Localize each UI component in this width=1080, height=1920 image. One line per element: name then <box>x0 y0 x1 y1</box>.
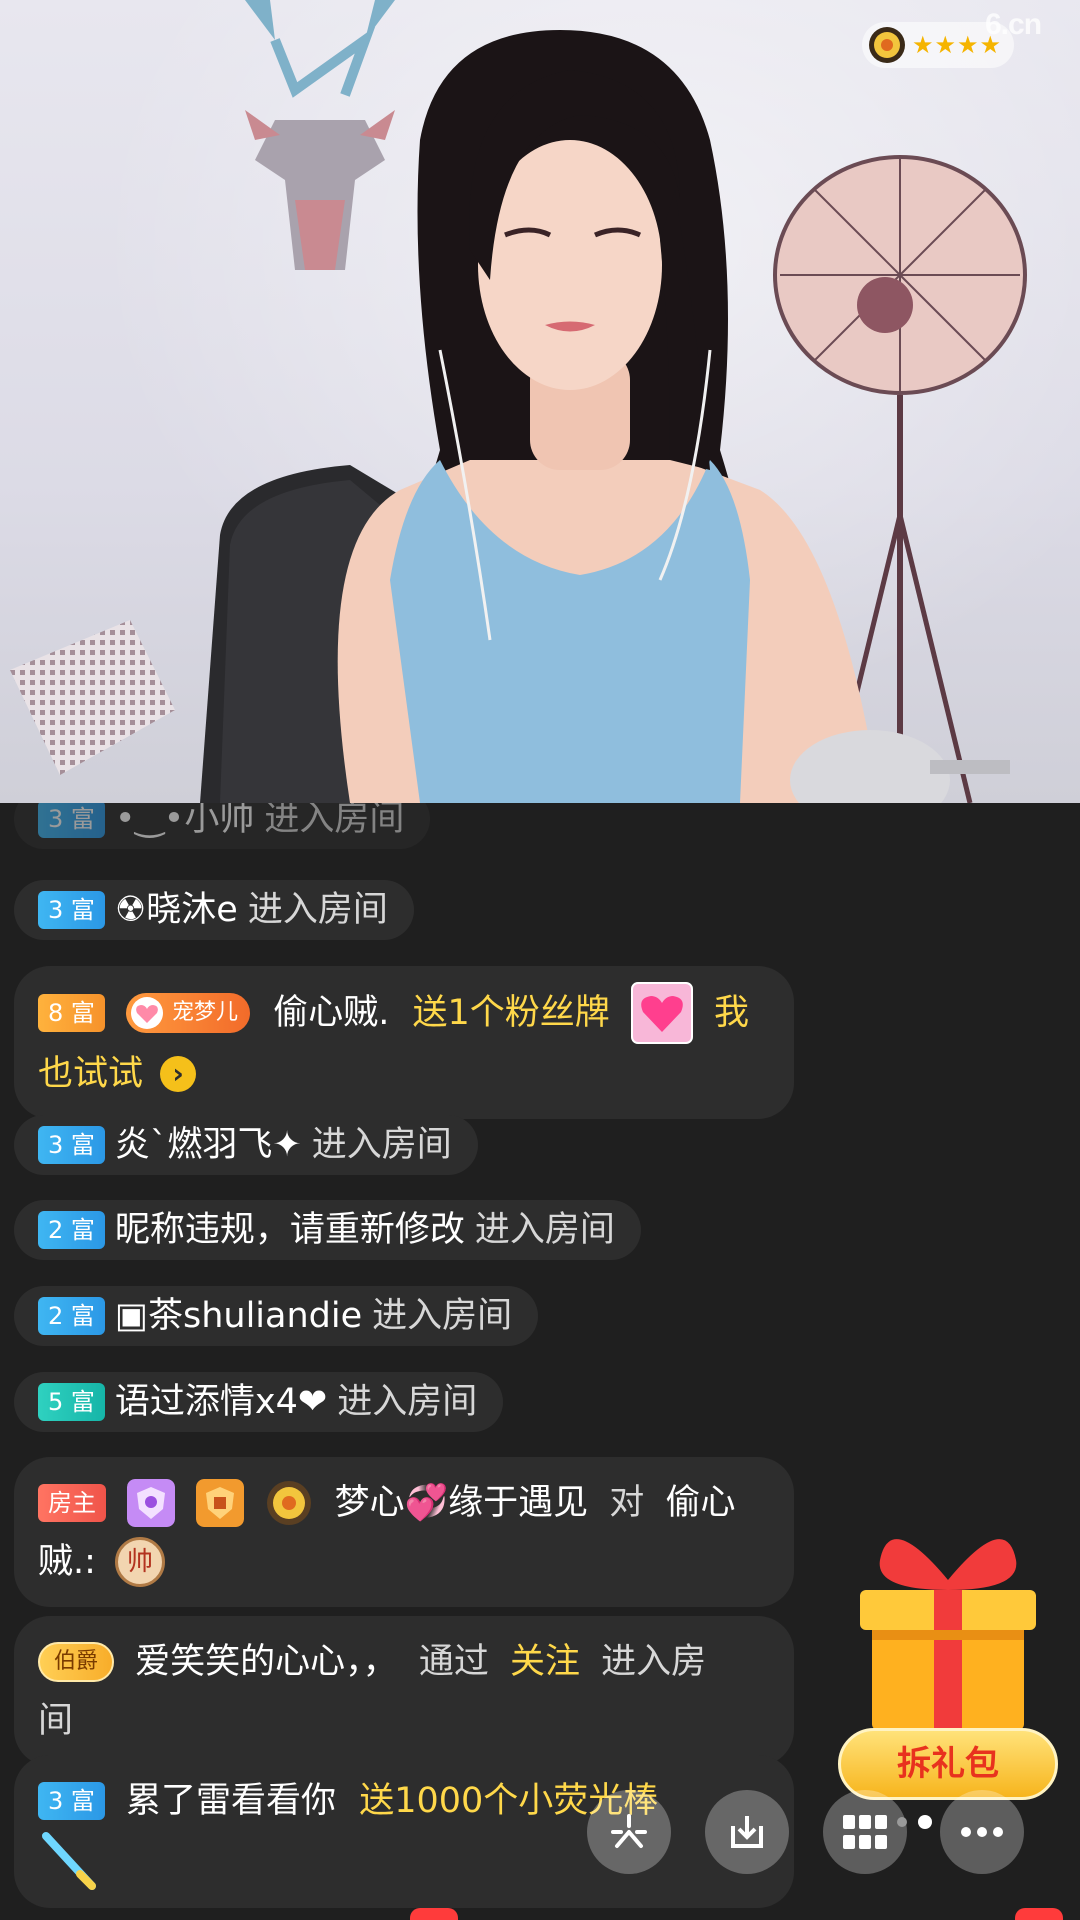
user-name[interactable]: ☢晓沐e <box>115 880 238 940</box>
chat-reply-message: 房主 梦心💞缘于遇见 对 偷心 贼.: 帅 <box>14 1457 794 1607</box>
streamer <box>337 30 880 803</box>
reply-connector: 对 <box>609 1483 645 1523</box>
wealth-badge: 3 富 <box>38 1126 105 1164</box>
more-button[interactable] <box>940 1790 1024 1874</box>
enter-room-text: 进入房间 <box>337 1382 478 1422</box>
reply-target[interactable]: 偷心 <box>665 1483 735 1523</box>
more-icon <box>961 1827 1003 1837</box>
gift-pack-label: 拆礼包 <box>838 1728 1058 1800</box>
gift-tail-text-2: 也试试 <box>38 1054 144 1094</box>
enter-room-text: 进入房间 <box>264 803 405 839</box>
page-indicator <box>897 1815 932 1829</box>
anchor-level-stars: ★★★★ <box>912 31 1003 59</box>
chevron-right-icon[interactable]: › <box>160 1056 197 1092</box>
share-button[interactable] <box>587 1790 671 1874</box>
chat-message: 3 富 炎`燃羽飞✦ 进入房间 <box>14 1115 478 1175</box>
chat-gift-message: 8 富 宠梦儿 偷心贼. 送1个粉丝牌 我 也试试 › <box>14 966 794 1119</box>
via-text: 通过 <box>418 1642 489 1682</box>
user-name[interactable]: 炎`燃羽飞✦ <box>115 1115 302 1175</box>
pillow-decoration <box>10 620 175 775</box>
download-button[interactable] <box>705 1790 789 1874</box>
gift-text: 送1个粉丝牌 <box>412 993 610 1033</box>
share-icon <box>611 1814 647 1848</box>
gift-pack-button[interactable]: 拆礼包 <box>838 1520 1058 1810</box>
chat-follow-message: 伯爵 爱笑笑的心心，， 通过 关注 进入房 间 <box>14 1616 794 1766</box>
chat-message-partial: 3 富 •‿•小帅 进入房间 <box>14 803 431 849</box>
enter-room-text: 进入房间 <box>474 1210 615 1250</box>
chat-message: 2 富 ▣茶shuliandie 进入房间 <box>14 1286 539 1346</box>
fan-club-tag[interactable]: 宠梦儿 <box>126 993 251 1033</box>
fan-heart-icon <box>131 997 164 1029</box>
enter-room-text-2: 间 <box>38 1701 74 1741</box>
wealth-badge: 2 富 <box>38 1297 105 1335</box>
wealth-badge: 3 富 <box>38 803 105 838</box>
enter-room-text: 进入房间 <box>372 1296 513 1336</box>
chess-piece-icon: 帅 <box>115 1537 166 1587</box>
vip-shield-icon <box>127 1479 176 1527</box>
user-name[interactable]: 爱笑笑的心心，， <box>135 1642 398 1682</box>
microphone <box>790 730 1010 803</box>
wealth-badge: 2 富 <box>38 1211 105 1249</box>
wealth-badge: 3 富 <box>38 1782 105 1820</box>
noble-title-badge: 伯爵 <box>38 1642 115 1682</box>
guard-shield-icon <box>196 1479 245 1527</box>
user-name[interactable]: ▣茶shuliandie <box>115 1286 362 1346</box>
fan-tag-name: 宠梦儿 <box>172 1000 239 1025</box>
user-name[interactable]: 昵称违规，请重新修改 <box>115 1200 465 1260</box>
chat-message: 2 富 昵称违规，请重新修改 进入房间 <box>14 1200 641 1260</box>
glow-stick-icon <box>42 1832 96 1890</box>
bottom-edge-indicator <box>410 1908 458 1920</box>
chat-message: 3 富 ☢晓沐e 进入房间 <box>14 880 414 940</box>
heart-gift-icon <box>630 982 693 1044</box>
download-icon <box>731 1816 763 1848</box>
user-name[interactable]: 累了雷看看你 <box>126 1781 336 1821</box>
grid-menu-icon <box>843 1815 887 1849</box>
grid-menu-button[interactable] <box>823 1790 907 1874</box>
user-name[interactable]: 梦心💞缘于遇见 <box>335 1483 589 1523</box>
bottom-edge-indicator-2 <box>1015 1908 1063 1920</box>
user-name[interactable]: •‿•小帅 <box>115 803 254 849</box>
follow-link[interactable]: 关注 <box>510 1642 580 1682</box>
enter-room-text: 进入房间 <box>247 890 388 930</box>
chat-message: 5 富 语过添情x4❤ 进入房间 <box>14 1372 504 1432</box>
gift-tail-text: 我 <box>714 993 750 1033</box>
sun-medal-icon <box>869 27 905 63</box>
user-name[interactable]: 语过添情x4❤ <box>115 1372 327 1432</box>
user-name[interactable]: 偷心贼. <box>273 993 389 1033</box>
host-badge: 房主 <box>38 1484 106 1522</box>
anchor-level-badge[interactable]: ★★★★ <box>862 22 1015 68</box>
wealth-badge: 5 富 <box>38 1383 105 1421</box>
reply-target-2[interactable]: 贼.: <box>38 1542 96 1582</box>
live-video[interactable]: 6.cn ★★★★ <box>0 0 1080 803</box>
gift-box-icon <box>860 1539 1036 1730</box>
wealth-badge: 3 富 <box>38 891 105 929</box>
enter-room-text: 进入房 <box>601 1642 707 1682</box>
sun-medal-icon <box>267 1481 312 1525</box>
wealth-badge: 8 富 <box>38 994 105 1032</box>
enter-room-text: 进入房间 <box>311 1125 452 1165</box>
chat-gift-message: 3 富 累了雷看看你 送1000个小荧光棒 <box>14 1755 794 1908</box>
